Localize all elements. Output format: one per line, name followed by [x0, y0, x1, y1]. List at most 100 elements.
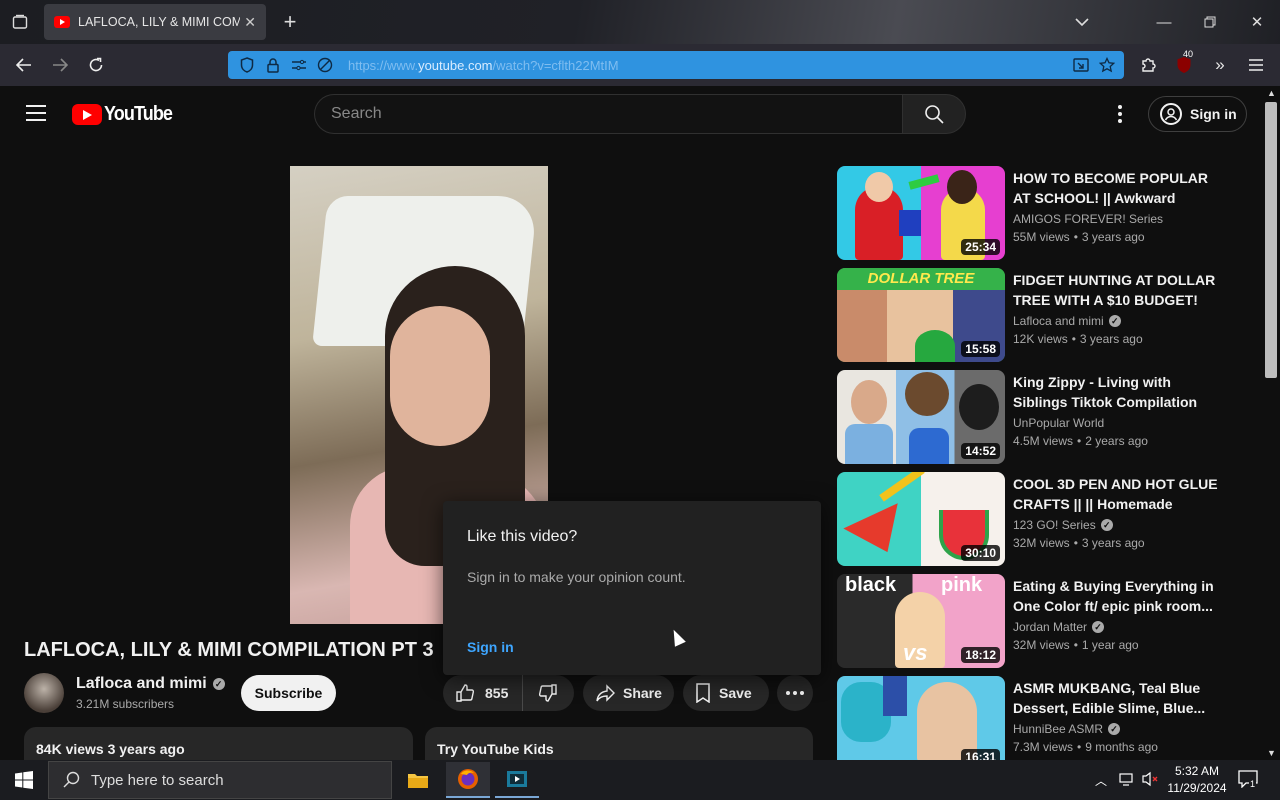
recommendation-title[interactable]: HOW TO BECOME POPULAR AT SCHOOL! || Awkw…: [1013, 168, 1223, 208]
taskbar-search-input[interactable]: Type here to search: [48, 761, 392, 799]
popup-sign-in-link[interactable]: Sign in: [467, 639, 514, 655]
extensions-puzzle-icon[interactable]: [1134, 51, 1162, 79]
tab-overview-icon[interactable]: [6, 8, 34, 36]
bookmark-star-icon[interactable]: [1096, 55, 1118, 75]
recommendation-thumbnail[interactable]: 14:52: [837, 370, 1005, 464]
recommendation-thumbnail[interactable]: 16:31: [837, 676, 1005, 760]
system-clock[interactable]: 5:32 AM 11/29/2024: [1162, 763, 1232, 797]
overflow-chevrons-icon[interactable]: »: [1206, 51, 1234, 79]
sign-in-button[interactable]: Sign in: [1148, 96, 1247, 132]
new-tab-icon[interactable]: +: [276, 8, 304, 36]
recommendation-title[interactable]: ASMR MUKBANG, Teal Blue Dessert, Edible …: [1013, 678, 1223, 718]
recommendation-channel-text[interactable]: UnPopular World: [1013, 416, 1104, 430]
extension-badge-count: 40: [1183, 49, 1194, 59]
recommendation-item[interactable]: DOLLAR TREE 15:58 FIDGET HUNTING AT DOLL…: [837, 268, 1257, 362]
network-icon[interactable]: [1118, 771, 1134, 792]
save-button[interactable]: Save: [683, 675, 769, 711]
more-actions-button[interactable]: [777, 675, 813, 711]
recommendation-channel-text[interactable]: HunniBee ASMR: [1013, 722, 1103, 736]
video-app-taskbar-icon[interactable]: [495, 762, 539, 798]
recommendation-channel[interactable]: UnPopular World: [1013, 416, 1104, 430]
windows-start-icon[interactable]: [2, 762, 46, 798]
back-icon[interactable]: [10, 51, 38, 79]
channel-name[interactable]: Lafloca and mimi ✓: [76, 675, 225, 693]
restore-icon[interactable]: [1196, 8, 1224, 36]
recommendation-thumbnail[interactable]: 30:10: [837, 472, 1005, 566]
clock-time: 5:32 AM: [1174, 764, 1220, 778]
recommendation-meta: 32M views • 1 year ago: [1013, 638, 1139, 652]
recommendation-title[interactable]: Eating & Buying Everything in One Color …: [1013, 576, 1223, 616]
ublock-extension-icon[interactable]: 40: [1170, 49, 1198, 79]
recommendation-thumbnail[interactable]: 25:34: [837, 166, 1005, 260]
channel-avatar[interactable]: [24, 673, 64, 713]
recommendation-channel-text[interactable]: 123 GO! Series: [1013, 518, 1096, 532]
reload-icon[interactable]: [82, 51, 110, 79]
recommendation-channel[interactable]: 123 GO! Series ✓: [1013, 518, 1113, 532]
lock-icon[interactable]: [262, 55, 284, 75]
recommendation-channel-text[interactable]: AMIGOS FOREVER! Series: [1013, 212, 1163, 226]
recommendation-item[interactable]: black pink vs 18:12 Eating & Buying Ever…: [837, 574, 1257, 668]
minimize-icon[interactable]: —: [1150, 8, 1178, 36]
recommendation-meta: 12K views • 3 years ago: [1013, 332, 1143, 346]
dislike-button[interactable]: [523, 683, 573, 703]
forward-icon[interactable]: [46, 51, 74, 79]
recommendation-item[interactable]: 25:34 HOW TO BECOME POPULAR AT SCHOOL! |…: [837, 166, 1257, 260]
search-input[interactable]: Search: [314, 94, 902, 134]
youtube-logo-icon[interactable]: [72, 104, 102, 125]
recommendation-channel[interactable]: Jordan Matter ✓: [1013, 620, 1105, 634]
file-explorer-icon[interactable]: [396, 762, 440, 798]
search-button[interactable]: [902, 94, 966, 134]
search-icon: [925, 105, 944, 124]
recommendation-channel[interactable]: AMIGOS FOREVER! Series: [1013, 212, 1163, 226]
account-icon: [1160, 103, 1182, 125]
recommendation-age: 9 months ago: [1085, 740, 1158, 754]
thumbs-up-icon: [456, 684, 475, 702]
verified-check-icon: ✓: [1108, 315, 1121, 327]
recommendation-age: 3 years ago: [1079, 332, 1143, 346]
guide-menu-icon[interactable]: [26, 105, 46, 121]
close-window-icon[interactable]: ✕: [1243, 8, 1271, 36]
recommendation-channel-text[interactable]: Lafloca and mimi: [1013, 314, 1104, 328]
popup-heading: Like this video?: [467, 528, 578, 545]
recommendation-thumbnail[interactable]: DOLLAR TREE 15:58: [837, 268, 1005, 362]
recommendation-age: 2 years ago: [1085, 434, 1148, 448]
recommendation-channel-text[interactable]: Jordan Matter: [1013, 620, 1087, 634]
thumbnail-text: pink: [941, 574, 983, 596]
recommendation-item[interactable]: 16:31 ASMR MUKBANG, Teal Blue Dessert, E…: [837, 676, 1257, 760]
tracking-shield-icon[interactable]: [236, 55, 258, 75]
page-scrollbar[interactable]: ▲ ▼: [1262, 86, 1280, 760]
scroll-down-arrow-icon[interactable]: ▼: [1267, 748, 1276, 758]
recommendation-thumbnail[interactable]: black pink vs 18:12: [837, 574, 1005, 668]
youtube-logo-text[interactable]: YouTube: [104, 103, 173, 126]
bookmark-icon: [696, 683, 710, 703]
scrollbar-thumb[interactable]: [1265, 102, 1277, 378]
verified-check-icon: ✓: [1108, 723, 1121, 735]
autoplay-blocked-icon[interactable]: [314, 55, 336, 75]
app-menu-icon[interactable]: [1242, 51, 1270, 79]
recommendation-item[interactable]: 30:10 COOL 3D PEN AND HOT GLUE CRAFTS ||…: [837, 472, 1257, 566]
subscriber-count: 3.21M subscribers: [76, 697, 175, 711]
address-bar[interactable]: https://www.youtube.com/watch?v=cflth22M…: [228, 51, 1124, 79]
recommendation-channel[interactable]: HunniBee ASMR ✓: [1013, 722, 1121, 736]
volume-muted-icon[interactable]: [1141, 771, 1159, 792]
settings-more-icon[interactable]: [1108, 102, 1132, 126]
recommendation-item[interactable]: 14:52 King Zippy - Living with Siblings …: [837, 370, 1257, 464]
tab-list-chevron-icon[interactable]: [1068, 8, 1096, 36]
recommendation-title[interactable]: King Zippy - Living with Siblings Tiktok…: [1013, 372, 1223, 412]
recommendation-channel[interactable]: Lafloca and mimi ✓: [1013, 314, 1121, 328]
firefox-taskbar-icon[interactable]: [446, 762, 490, 798]
browser-tab-youtube[interactable]: LAFLOCA, LILY & MIMI COMPI ✕: [44, 4, 266, 40]
channel-name-text[interactable]: Lafloca and mimi: [76, 675, 207, 693]
recommendation-title[interactable]: FIDGET HUNTING AT DOLLAR TREE WITH A $10…: [1013, 270, 1223, 310]
permissions-icon[interactable]: [288, 55, 310, 75]
close-tab-icon[interactable]: ✕: [244, 14, 256, 31]
recommendation-title[interactable]: COOL 3D PEN AND HOT GLUE CRAFTS || || Ho…: [1013, 474, 1223, 514]
scroll-up-arrow-icon[interactable]: ▲: [1267, 88, 1276, 98]
notification-center-icon[interactable]: 1: [1238, 770, 1258, 793]
share-button[interactable]: Share: [583, 675, 674, 711]
show-hidden-icons-chevron-icon[interactable]: ︿: [1095, 772, 1107, 789]
like-button[interactable]: 855: [443, 675, 523, 711]
recommendation-meta: 7.3M views • 9 months ago: [1013, 740, 1158, 754]
subscribe-button[interactable]: Subscribe: [241, 675, 336, 711]
picture-in-picture-icon[interactable]: [1070, 55, 1092, 75]
